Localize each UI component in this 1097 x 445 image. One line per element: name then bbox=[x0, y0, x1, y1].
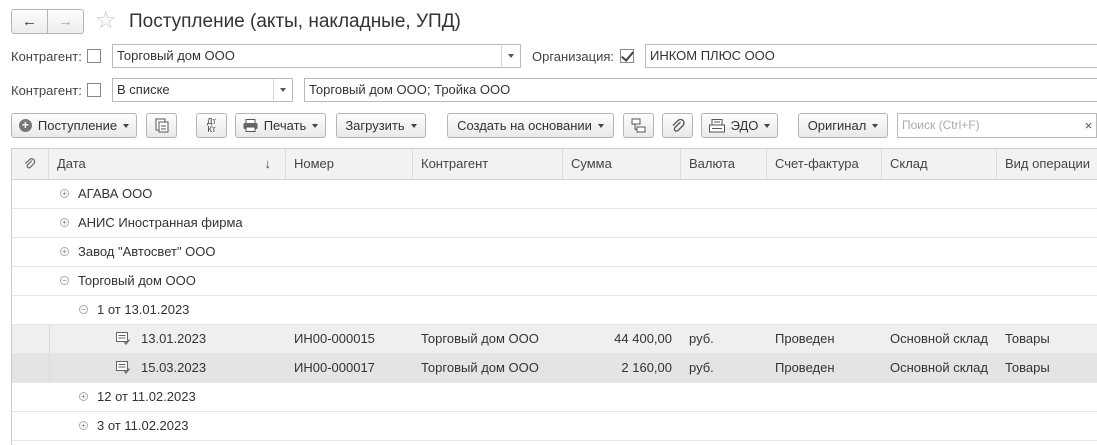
currency-column-header[interactable]: Валюта bbox=[681, 149, 767, 179]
counterparty-list-checkbox[interactable] bbox=[87, 83, 101, 97]
counterparty-mode-dropdown-button[interactable] bbox=[273, 78, 293, 102]
print-button[interactable]: Печать bbox=[235, 113, 326, 138]
forward-button[interactable]: → bbox=[47, 9, 84, 34]
edo-button[interactable]: ЭДО bbox=[701, 113, 778, 138]
group-label: АГАВА ООО bbox=[78, 186, 153, 201]
table-row-subgroup[interactable]: + 3 от 11.02.2023 bbox=[12, 412, 1097, 441]
doc-operation: Товары bbox=[1005, 331, 1050, 346]
operation-column-header[interactable]: Вид операции bbox=[997, 149, 1097, 179]
doc-operation: Товары bbox=[1005, 360, 1050, 375]
counterparty-checkbox[interactable] bbox=[87, 49, 101, 63]
table-row-group[interactable]: + АНИС Иностранная фирма bbox=[12, 209, 1097, 238]
search-input[interactable]: Поиск (Ctrl+F) bbox=[897, 113, 1097, 138]
back-button[interactable]: ← bbox=[11, 9, 48, 34]
dt-kt-button[interactable]: Дт Кт bbox=[196, 113, 227, 138]
arrow-left-icon: ← bbox=[22, 13, 37, 30]
organization-field[interactable]: ИНКОМ ПЛЮС ООО bbox=[645, 44, 1097, 68]
subgroup-label: 3 от 11.02.2023 bbox=[97, 418, 189, 433]
table-row[interactable]: 13.01.2023 ИН00-000015 Торговый дом ООО … bbox=[12, 325, 1097, 354]
create-based-on-button[interactable]: Создать на основании bbox=[447, 113, 614, 138]
doc-number: ИН00-000017 bbox=[294, 360, 375, 375]
table-row-group[interactable]: − Торговый дом ООО bbox=[12, 267, 1097, 296]
counterparty-label-2: Контрагент: bbox=[11, 83, 82, 98]
original-button[interactable]: Оригинал bbox=[798, 113, 888, 138]
collapse-icon[interactable]: − bbox=[60, 276, 69, 285]
favorite-star-icon[interactable]: ☆ bbox=[95, 9, 117, 33]
receipt-button-label: Поступление bbox=[37, 118, 118, 133]
load-button-label: Загрузить bbox=[345, 118, 405, 133]
clear-search-icon[interactable]: × bbox=[1080, 113, 1097, 138]
documents-table: Дата ↓ Номер Контрагент Сумма Валюта Сче… bbox=[11, 148, 1097, 445]
original-button-label: Оригинал bbox=[807, 118, 867, 133]
copy-document-button[interactable] bbox=[146, 113, 177, 138]
print-button-label: Печать bbox=[263, 118, 307, 133]
date-column-header[interactable]: Дата ↓ bbox=[49, 149, 286, 179]
doc-warehouse: Основной склад bbox=[890, 331, 988, 346]
group-label: Торговый дом ООО bbox=[78, 273, 196, 288]
organization-checkbox[interactable] bbox=[620, 49, 634, 63]
date-header-label: Дата bbox=[57, 156, 86, 171]
edo-button-label: ЭДО bbox=[730, 118, 759, 133]
structure-button[interactable] bbox=[623, 113, 654, 138]
sort-down-icon: ↓ bbox=[264, 156, 272, 171]
subgroup-label: 1 от 13.01.2023 bbox=[97, 302, 190, 317]
organization-label: Организация: bbox=[532, 49, 615, 64]
doc-date: 15.03.2023 bbox=[141, 360, 207, 375]
doc-currency: руб. bbox=[689, 360, 714, 375]
group-label: Завод "Автосвет" ООО bbox=[78, 244, 216, 259]
document-posted-icon bbox=[116, 332, 130, 345]
table-row-subgroup[interactable]: − 1 от 13.01.2023 bbox=[12, 296, 1097, 325]
expand-icon[interactable]: + bbox=[60, 247, 69, 256]
doc-number: ИН00-000015 bbox=[294, 331, 375, 346]
warehouse-column-header[interactable]: Склад bbox=[882, 149, 997, 179]
dt-kt-icon: Дт Кт bbox=[206, 116, 217, 134]
counterparty-field[interactable]: Торговый дом ООО bbox=[112, 44, 502, 68]
document-copy-icon bbox=[155, 118, 168, 133]
load-button[interactable]: Загрузить bbox=[336, 113, 426, 138]
plus-circle-icon: + bbox=[18, 119, 32, 132]
counterparty-dropdown-button[interactable] bbox=[501, 44, 521, 68]
hierarchy-icon bbox=[631, 118, 646, 133]
create-based-on-label: Создать на основании bbox=[457, 118, 592, 133]
counterparty-list-field[interactable]: Торговый дом ООО; Тройка ООО bbox=[304, 78, 1097, 102]
doc-invoice-status: Проведен bbox=[775, 331, 835, 346]
printer-icon bbox=[243, 119, 258, 132]
attachment-column-header[interactable] bbox=[12, 149, 49, 179]
counterparty-mode-select[interactable]: В списке bbox=[112, 78, 274, 102]
counterparty-column-header[interactable]: Контрагент bbox=[413, 149, 563, 179]
doc-sum: 44 400,00 bbox=[614, 331, 672, 346]
counterparty-label: Контрагент: bbox=[11, 49, 82, 64]
doc-sum: 2 160,00 bbox=[621, 360, 672, 375]
collapse-icon[interactable]: − bbox=[79, 305, 88, 314]
paperclip-icon bbox=[672, 118, 685, 132]
group-label: АНИС Иностранная фирма bbox=[78, 215, 243, 230]
document-posted-icon bbox=[116, 361, 130, 374]
subgroup-label: 12 от 11.02.2023 bbox=[97, 389, 196, 404]
number-column-header[interactable]: Номер bbox=[286, 149, 413, 179]
table-row-group[interactable]: + АГАВА ООО bbox=[12, 180, 1097, 209]
edo-icon bbox=[708, 118, 725, 132]
invoice-column-header[interactable]: Счет-фактура bbox=[767, 149, 882, 179]
doc-currency: руб. bbox=[689, 331, 714, 346]
doc-counterparty: Торговый дом ООО bbox=[421, 331, 539, 346]
table-row-group[interactable]: + Завод "Автосвет" ООО bbox=[12, 238, 1097, 267]
attach-file-button[interactable] bbox=[662, 113, 693, 138]
receipt-create-button[interactable]: + Поступление bbox=[11, 113, 137, 138]
expand-icon[interactable]: + bbox=[79, 421, 88, 430]
expand-icon[interactable]: + bbox=[60, 189, 69, 198]
table-row-subgroup[interactable]: + 12 от 11.02.2023 bbox=[12, 383, 1097, 412]
arrow-right-icon: → bbox=[58, 13, 73, 30]
expand-icon[interactable]: + bbox=[79, 392, 88, 401]
doc-warehouse: Основной склад bbox=[890, 360, 988, 375]
paperclip-icon bbox=[25, 158, 36, 169]
doc-invoice-status: Проведен bbox=[775, 360, 835, 375]
page-title: Поступление (акты, накладные, УПД) bbox=[129, 11, 461, 32]
table-header: Дата ↓ Номер Контрагент Сумма Валюта Сче… bbox=[12, 149, 1097, 180]
table-row-selected[interactable]: 15.03.2023 ИН00-000017 Торговый дом ООО … bbox=[12, 354, 1097, 383]
doc-counterparty: Торговый дом ООО bbox=[421, 360, 539, 375]
expand-icon[interactable]: + bbox=[60, 218, 69, 227]
doc-date: 13.01.2023 bbox=[141, 331, 207, 346]
sum-column-header[interactable]: Сумма bbox=[563, 149, 681, 179]
